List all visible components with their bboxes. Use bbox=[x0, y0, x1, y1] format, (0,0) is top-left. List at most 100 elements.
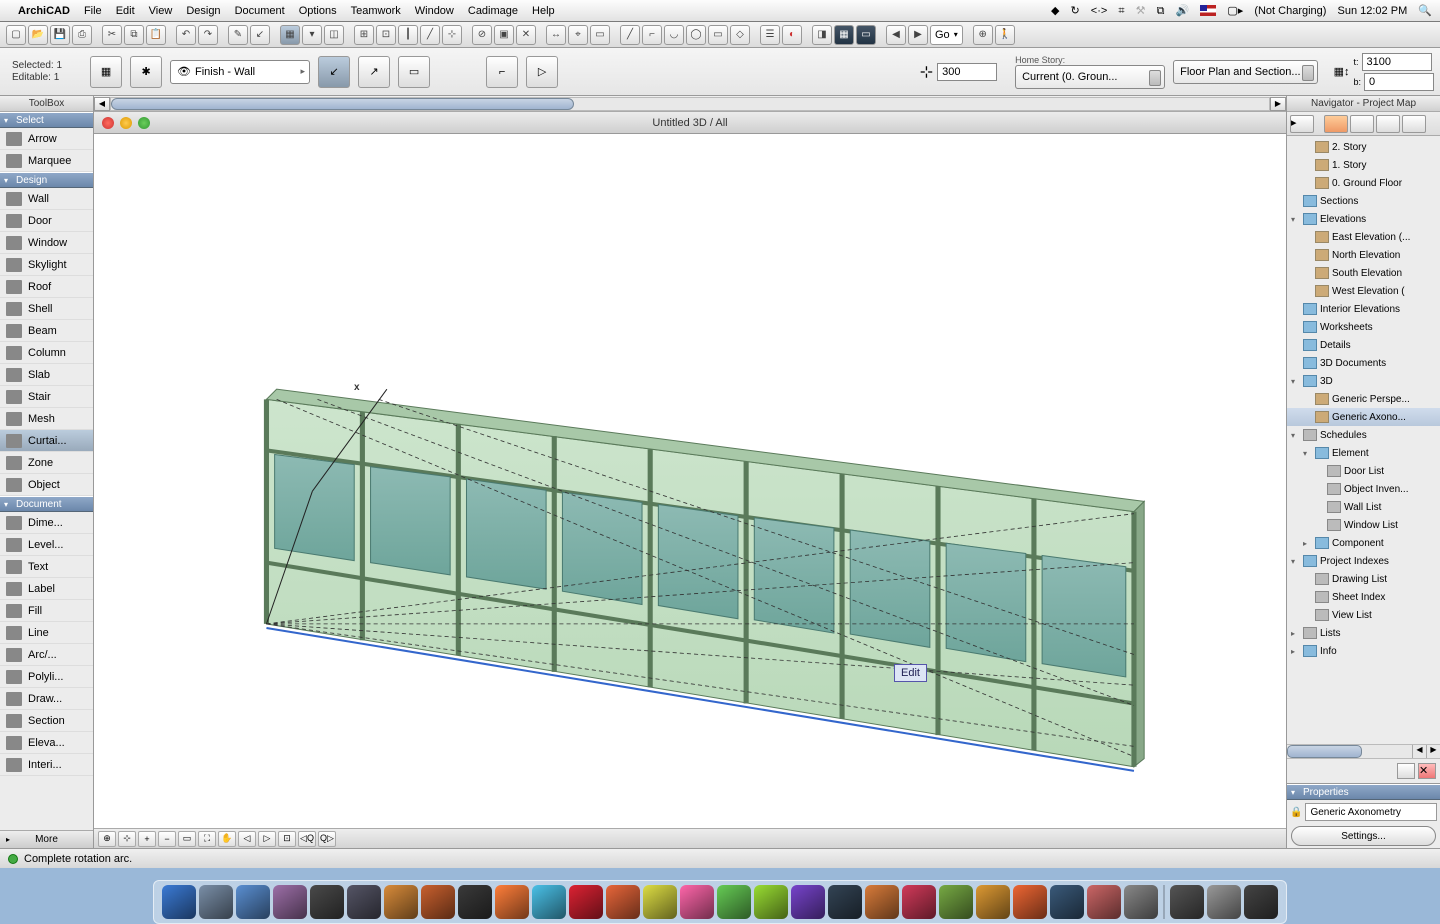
dock-app-icon[interactable] bbox=[273, 885, 307, 919]
app-name[interactable]: ArchiCAD bbox=[18, 5, 70, 17]
clock[interactable]: Sun 12:02 PM bbox=[1338, 5, 1408, 17]
nav-new-icon[interactable] bbox=[1397, 763, 1415, 779]
menu-help[interactable]: Help bbox=[532, 5, 555, 17]
next-zoom-icon[interactable]: ▷ bbox=[258, 831, 276, 847]
tool-polyli[interactable]: Polyli... bbox=[0, 666, 93, 688]
tree-item[interactable]: Generic Perspe... bbox=[1287, 390, 1440, 408]
tree-item[interactable]: Sheet Index bbox=[1287, 588, 1440, 606]
tool-draw[interactable]: Draw... bbox=[0, 688, 93, 710]
go-dropdown[interactable]: Go ▾ bbox=[930, 25, 963, 45]
tool-object[interactable]: Object bbox=[0, 474, 93, 496]
properties-title[interactable]: Properties bbox=[1287, 784, 1440, 800]
zoom-sel-prev-icon[interactable]: ◁Q bbox=[298, 831, 316, 847]
tool-zone[interactable]: Zone bbox=[0, 452, 93, 474]
tool-eleva[interactable]: Eleva... bbox=[0, 732, 93, 754]
arc-mode-icon[interactable]: ◡ bbox=[664, 25, 684, 45]
tool-wall[interactable]: Wall bbox=[0, 188, 93, 210]
tree-item[interactable]: 3D Documents bbox=[1287, 354, 1440, 372]
tool-roof[interactable]: Roof bbox=[0, 276, 93, 298]
zoom-page-icon[interactable]: ▭ bbox=[178, 831, 196, 847]
evernote-icon[interactable]: ◆ bbox=[1051, 5, 1059, 17]
sync-icon[interactable]: ↻ bbox=[1071, 5, 1080, 17]
dock-app-icon[interactable] bbox=[1050, 885, 1084, 919]
toolbox-section-document[interactable]: Document bbox=[0, 496, 93, 512]
dock-app-icon[interactable] bbox=[976, 885, 1010, 919]
dock-app-icon[interactable] bbox=[199, 885, 233, 919]
dock-app-icon[interactable] bbox=[680, 885, 714, 919]
geometry-method-1-icon[interactable]: ↙ bbox=[318, 56, 350, 88]
floorplan-icon[interactable]: ▭ bbox=[856, 25, 876, 45]
tool-interi[interactable]: Interi... bbox=[0, 754, 93, 776]
tree-item[interactable]: North Elevation bbox=[1287, 246, 1440, 264]
tree-item[interactable]: Generic Axono... bbox=[1287, 408, 1440, 426]
tool-dime[interactable]: Dime... bbox=[0, 512, 93, 534]
nav-delete-icon[interactable]: ✕ bbox=[1418, 763, 1436, 779]
toolbox-more[interactable]: More bbox=[0, 830, 93, 848]
layer-selector[interactable]: 👁 Finish - Wall bbox=[170, 60, 310, 84]
top-scrollbar[interactable]: ◀ ▶ bbox=[94, 96, 1286, 112]
walk-icon[interactable]: 🚶 bbox=[995, 25, 1015, 45]
top-height-input[interactable] bbox=[1362, 53, 1432, 71]
undo-icon[interactable]: ↶ bbox=[176, 25, 196, 45]
measure-icon[interactable]: ↔ bbox=[546, 25, 566, 45]
3d-viewport[interactable]: x Edit bbox=[94, 134, 1286, 828]
tree-item[interactable]: Wall List bbox=[1287, 498, 1440, 516]
inject-icon[interactable]: ↙ bbox=[250, 25, 270, 45]
dock-app-icon[interactable] bbox=[458, 885, 492, 919]
fit-window-icon[interactable]: ⊡ bbox=[278, 831, 296, 847]
floor-plan-section-button[interactable]: Floor Plan and Section... bbox=[1173, 60, 1317, 84]
tree-item[interactable]: ▸Component bbox=[1287, 534, 1440, 552]
paste-icon[interactable]: 📋 bbox=[146, 25, 166, 45]
dock-app-icon[interactable] bbox=[865, 885, 899, 919]
tree-item[interactable]: Window List bbox=[1287, 516, 1440, 534]
toolbox-section-design[interactable]: Design bbox=[0, 172, 93, 188]
3d-window-icon[interactable]: ◨ bbox=[812, 25, 832, 45]
tree-item[interactable]: ▾Elevations bbox=[1287, 210, 1440, 228]
dock-app-icon[interactable] bbox=[1013, 885, 1047, 919]
nav-tab-publisher-icon[interactable] bbox=[1402, 115, 1426, 133]
grid-snap-icon[interactable]: ⊡ bbox=[376, 25, 396, 45]
prev-zoom-icon[interactable]: ◁ bbox=[238, 831, 256, 847]
dock-app-icon[interactable] bbox=[384, 885, 418, 919]
2d-window-icon[interactable]: ▦ bbox=[834, 25, 854, 45]
menu-document[interactable]: Document bbox=[235, 5, 285, 17]
cancel-icon[interactable]: ✕ bbox=[516, 25, 536, 45]
view-name-field[interactable]: Generic Axonometry bbox=[1305, 803, 1437, 821]
trace-toggle-icon[interactable]: ◫ bbox=[324, 25, 344, 45]
tool-label[interactable]: Label bbox=[0, 578, 93, 600]
ruler-icon[interactable]: ┃ bbox=[398, 25, 418, 45]
dock-app-icon[interactable] bbox=[421, 885, 455, 919]
dock-app-icon[interactable] bbox=[162, 885, 196, 919]
bottom-height-input[interactable] bbox=[1364, 73, 1434, 91]
volume-icon[interactable]: 🔊 bbox=[1176, 5, 1190, 17]
zoom-out-icon[interactable]: − bbox=[158, 831, 176, 847]
tool-column[interactable]: Column bbox=[0, 342, 93, 364]
trace-ref-icon[interactable]: ▦ bbox=[280, 25, 300, 45]
dock-app-icon[interactable] bbox=[1170, 885, 1204, 919]
tree-item[interactable]: Worksheets bbox=[1287, 318, 1440, 336]
tree-item[interactable]: Sections bbox=[1287, 192, 1440, 210]
dock-app-icon[interactable] bbox=[717, 885, 751, 919]
tool-stair[interactable]: Stair bbox=[0, 386, 93, 408]
new-icon[interactable]: ▢ bbox=[6, 25, 26, 45]
lock-icon[interactable]: 🔒 bbox=[1290, 807, 1302, 818]
tool-marquee[interactable]: Marquee bbox=[0, 150, 93, 172]
geometry-method-2-icon[interactable]: ↗ bbox=[358, 56, 390, 88]
tree-item[interactable]: 1. Story bbox=[1287, 156, 1440, 174]
coord-input[interactable] bbox=[937, 63, 997, 81]
copy-icon[interactable]: ⧉ bbox=[124, 25, 144, 45]
dock-app-icon[interactable] bbox=[347, 885, 381, 919]
suspend-icon[interactable]: ⊘ bbox=[472, 25, 492, 45]
toolbox-section-select[interactable]: Select bbox=[0, 112, 93, 128]
scroll-right-icon[interactable]: ▶ bbox=[1270, 97, 1286, 111]
tree-item[interactable]: ▸Lists bbox=[1287, 624, 1440, 642]
dock-app-icon[interactable] bbox=[606, 885, 640, 919]
tree-item[interactable]: Drawing List bbox=[1287, 570, 1440, 588]
mac-dock[interactable] bbox=[153, 880, 1287, 924]
tool-slab[interactable]: Slab bbox=[0, 364, 93, 386]
trace-ref-down-icon[interactable]: ▾ bbox=[302, 25, 322, 45]
tool-shell[interactable]: Shell bbox=[0, 298, 93, 320]
dock-app-icon[interactable] bbox=[1124, 885, 1158, 919]
tree-item[interactable]: ▸Info bbox=[1287, 642, 1440, 660]
tree-item[interactable]: West Elevation ( bbox=[1287, 282, 1440, 300]
